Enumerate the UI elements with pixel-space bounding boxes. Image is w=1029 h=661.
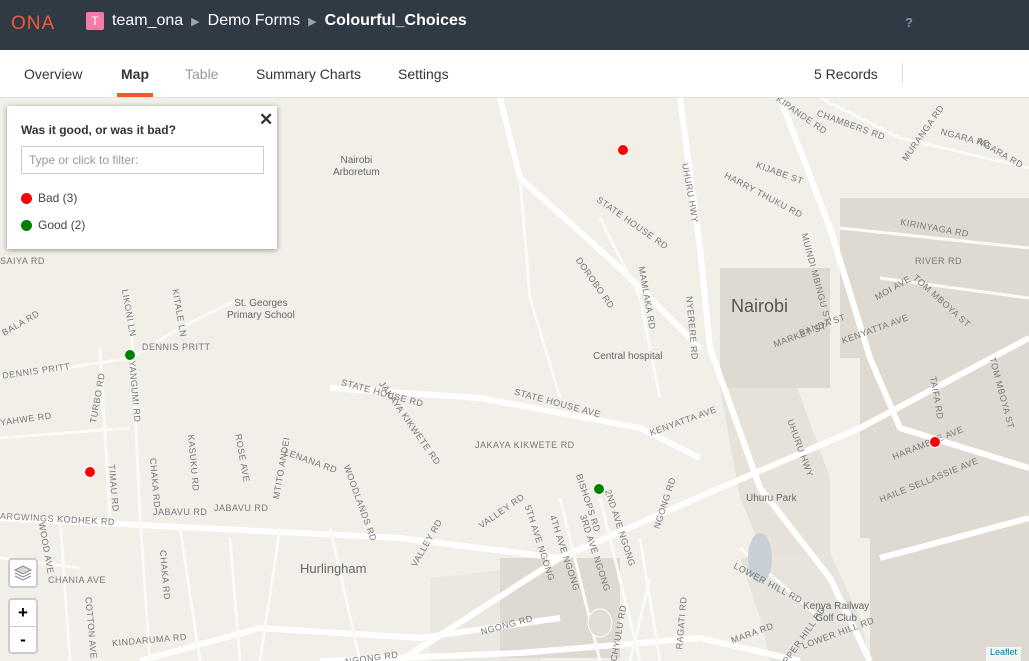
road-label: DENNIS PRITT (142, 342, 211, 352)
marker-bad[interactable] (929, 436, 941, 448)
records-count: 5 Records (814, 66, 878, 82)
city-label: Nairobi (731, 296, 789, 316)
legend-dot-good (21, 219, 32, 231)
road-label: SAIYA RD (0, 256, 45, 266)
marker-bad[interactable] (84, 466, 96, 478)
tab-overview[interactable]: Overview (24, 66, 82, 82)
neighbourhood-label: Hurlingham (300, 561, 367, 576)
road-label: RIVER RD (915, 256, 963, 266)
legend-panel: Was it good, or was it bad? ✕ Bad (3) Go… (7, 106, 277, 249)
help-icon[interactable]: ? (905, 15, 917, 31)
legend-item-bad[interactable]: Bad (3) (21, 191, 77, 205)
ona-logo[interactable]: ONA (11, 13, 55, 35)
breadcrumb-separator-icon: ▶ (191, 15, 200, 28)
org-avatar: T (86, 12, 104, 30)
records-divider (902, 63, 903, 83)
place-label-arboretum: Nairobi Arboretum (333, 155, 380, 178)
marker-good[interactable] (124, 349, 136, 361)
zoom-control: + - (8, 598, 38, 654)
zoom-in-button[interactable]: + (10, 600, 36, 626)
tab-map[interactable]: Map (117, 66, 153, 97)
legend-item-label: Good (2) (38, 218, 86, 232)
layers-icon-svg (13, 565, 33, 581)
top-navbar: ONA T team_ona ▶ Demo Forms ▶ Colourful_… (0, 0, 1029, 50)
tab-table[interactable]: Table (185, 66, 218, 82)
legend-item-good[interactable]: Good (2) (21, 218, 85, 232)
legend-title: Was it good, or was it bad? (21, 123, 176, 137)
breadcrumb-org[interactable]: team_ona (112, 12, 183, 30)
road-label: JAKAYA KIKWETE RD (475, 440, 575, 450)
place-label-hospital: Central hospital (593, 351, 663, 362)
road-label: JABAVU RD (153, 507, 208, 517)
layers-icon[interactable] (8, 558, 38, 588)
road-label: CHANIA AVE (48, 575, 106, 585)
road-label: JABAVU RD (214, 503, 269, 513)
marker-good[interactable] (593, 483, 605, 495)
breadcrumb-separator-icon: ▶ (308, 15, 317, 28)
breadcrumb-project[interactable]: Demo Forms (208, 12, 300, 30)
legend-filter-input[interactable] (21, 146, 264, 174)
place-label-park: Uhuru Park (746, 493, 797, 504)
tab-settings[interactable]: Settings (398, 66, 449, 82)
close-icon[interactable]: ✕ (259, 110, 273, 130)
tab-bar: Overview Map Table Summary Charts Settin… (0, 50, 1029, 98)
zoom-out-button[interactable]: - (10, 626, 36, 652)
map-attribution[interactable]: Leaflet (986, 647, 1022, 661)
legend-dot-bad (21, 192, 32, 204)
breadcrumb: T team_ona ▶ Demo Forms ▶ Colourful_Choi… (86, 12, 467, 30)
legend-item-label: Bad (3) (38, 191, 78, 205)
tab-summary-charts[interactable]: Summary Charts (256, 66, 361, 82)
marker-bad[interactable] (617, 144, 629, 156)
breadcrumb-form[interactable]: Colourful_Choices (325, 12, 467, 30)
place-label-school: St. Georges Primary School (227, 298, 295, 321)
